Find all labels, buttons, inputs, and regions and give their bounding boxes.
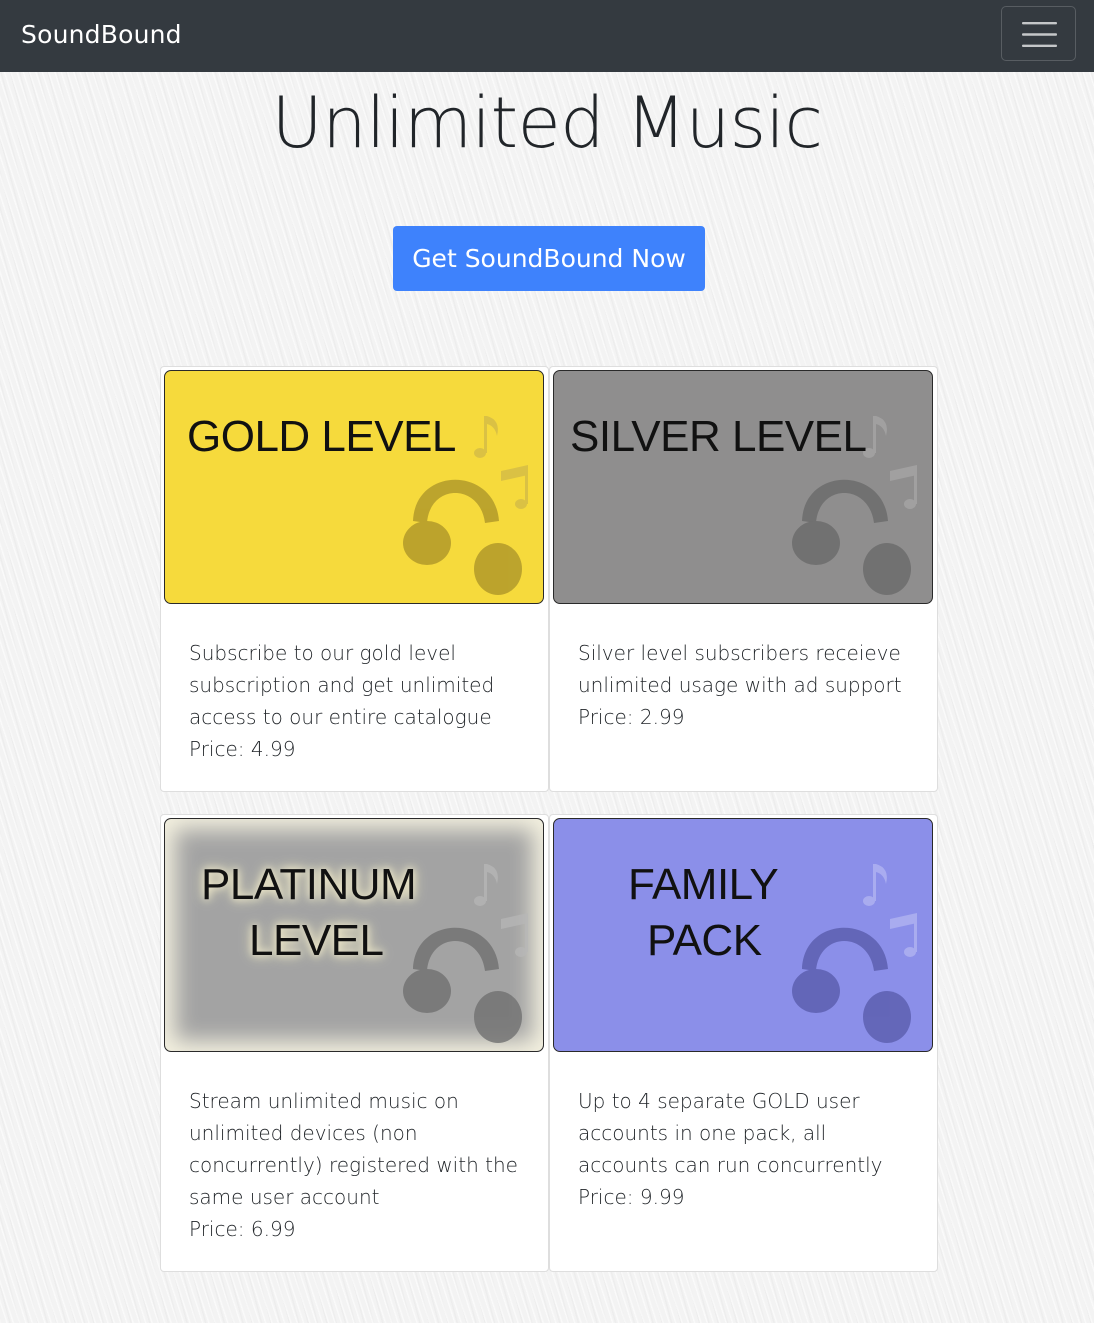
silver-level-label: SILVER LEVEL: [570, 412, 867, 461]
headphones-music-icon: [403, 416, 528, 595]
brand-link[interactable]: SoundBound: [21, 18, 182, 52]
plan-description: Subscribe to our gold level subscription…: [189, 641, 495, 729]
silver-level-image: SILVER LEVEL: [553, 370, 933, 604]
gold-level-image: GOLD LEVEL: [164, 370, 544, 604]
page-title: Unlimited Music: [271, 82, 824, 164]
plan-description: Stream unlimited music on unlimited devi…: [189, 1089, 518, 1209]
silver-card-body: Silver level subscribers receieve unlimi…: [578, 637, 913, 733]
plan-price: Price: 6.99: [189, 1217, 296, 1241]
gold-card-body: Subscribe to our gold level subscription…: [189, 637, 524, 765]
platinum-level-label-line2: LEVEL: [249, 916, 384, 965]
family-card-body: Up to 4 separate GOLD user accounts in o…: [578, 1085, 913, 1213]
family-pack-label: FAMILY: [628, 860, 779, 909]
plan-card-platinum: PLATINUM LEVEL Stream unlimited music on…: [160, 814, 549, 1272]
plan-card-silver: SILVER LEVEL Silver level subscribers re…: [549, 366, 938, 792]
family-pack-image: FAMILY PACK: [553, 818, 933, 1052]
plan-price: Price: 4.99: [189, 737, 296, 761]
headphones-music-icon: [792, 416, 917, 595]
platinum-card-body: Stream unlimited music on unlimited devi…: [189, 1085, 524, 1245]
plan-description: Up to 4 separate GOLD user accounts in o…: [578, 1089, 883, 1177]
plan-price: Price: 2.99: [578, 705, 685, 729]
menu-toggle-button[interactable]: [1001, 6, 1076, 61]
navbar: SoundBound: [0, 0, 1094, 72]
get-soundbound-button[interactable]: Get SoundBound Now: [393, 226, 705, 291]
plan-card-gold: GOLD LEVEL Subscribe to our gold level s…: [160, 366, 549, 792]
gold-level-label: GOLD LEVEL: [187, 412, 456, 461]
plan-card-family: FAMILY PACK Up to 4 separate GOLD user a…: [549, 814, 938, 1272]
plan-price: Price: 9.99: [578, 1185, 685, 1209]
platinum-level-image: PLATINUM LEVEL: [164, 818, 544, 1052]
plan-description: Silver level subscribers receieve unlimi…: [578, 641, 902, 697]
hamburger-menu-icon: [1022, 22, 1057, 47]
family-pack-label-line2: PACK: [647, 916, 762, 965]
platinum-level-label: PLATINUM: [201, 860, 417, 909]
